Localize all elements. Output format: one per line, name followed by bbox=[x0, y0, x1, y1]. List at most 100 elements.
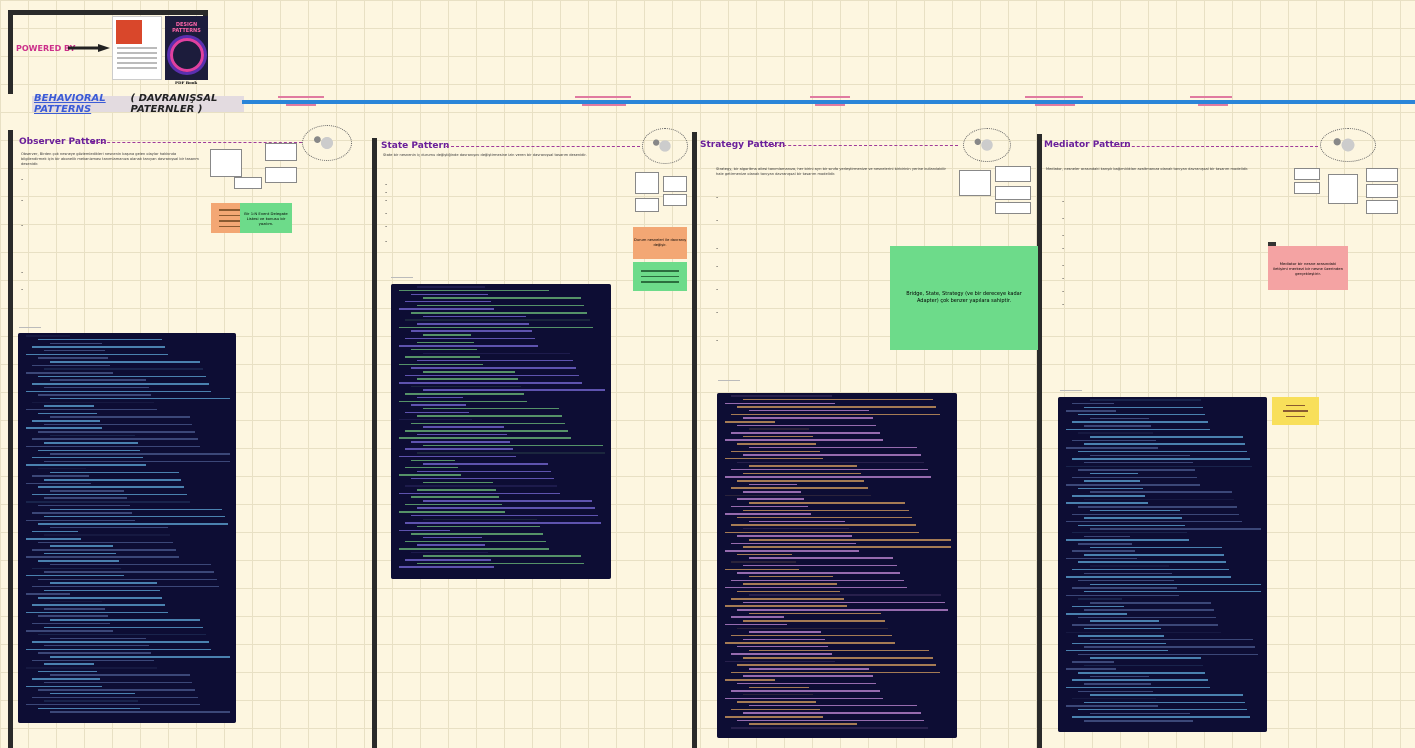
state-code-block[interactable] bbox=[391, 284, 611, 579]
code-line bbox=[417, 489, 497, 491]
code-line bbox=[1084, 498, 1235, 501]
code-line bbox=[1078, 543, 1133, 545]
code-line bbox=[725, 697, 884, 700]
code-line bbox=[1090, 436, 1243, 438]
code-line bbox=[405, 448, 513, 450]
code-line bbox=[1072, 697, 1156, 700]
article-thumbnail[interactable] bbox=[112, 16, 162, 80]
code-line bbox=[423, 334, 472, 336]
code-line bbox=[50, 692, 136, 695]
code-line bbox=[50, 545, 114, 547]
code-line bbox=[1078, 432, 1154, 434]
code-line bbox=[405, 411, 469, 414]
code-line bbox=[399, 455, 516, 458]
mediator-note-pink: Mediator bir nesne arasındaki iletişimi … bbox=[1268, 246, 1348, 290]
code-line bbox=[38, 597, 163, 599]
code-line bbox=[749, 686, 809, 688]
code-line bbox=[38, 449, 141, 451]
code-line bbox=[743, 398, 933, 401]
code-line bbox=[1078, 653, 1258, 656]
code-line bbox=[1072, 495, 1146, 497]
code-line bbox=[32, 641, 209, 643]
strategy-description: Strategy, bir algoritma ailesi tanımlama… bbox=[716, 167, 946, 180]
code-line bbox=[731, 727, 928, 729]
code-line bbox=[417, 415, 563, 417]
code-line bbox=[38, 486, 185, 488]
code-line bbox=[725, 402, 836, 405]
code-line bbox=[737, 590, 841, 593]
code-line bbox=[423, 297, 582, 299]
code-line bbox=[44, 405, 95, 407]
code-line bbox=[26, 574, 125, 577]
header-accent bbox=[810, 96, 850, 98]
code-line bbox=[1090, 657, 1201, 659]
code-line bbox=[44, 608, 106, 610]
code-line bbox=[1084, 425, 1151, 427]
code-line bbox=[737, 498, 805, 500]
code-line bbox=[1084, 683, 1151, 685]
code-line bbox=[1072, 439, 1156, 442]
code-line bbox=[1090, 546, 1222, 549]
code-line bbox=[32, 696, 198, 699]
code-line bbox=[32, 622, 111, 625]
code-line bbox=[417, 525, 541, 528]
code-line bbox=[737, 516, 913, 519]
code-line bbox=[1090, 712, 1191, 715]
strategy-divider bbox=[718, 380, 740, 381]
observer-code-block[interactable] bbox=[18, 333, 236, 723]
code-line bbox=[26, 335, 70, 337]
code-line bbox=[725, 476, 932, 478]
code-line bbox=[1090, 694, 1243, 696]
header-accent bbox=[1025, 96, 1083, 98]
code-line bbox=[1066, 520, 1242, 523]
code-line bbox=[725, 439, 884, 441]
code-line bbox=[1066, 428, 1211, 431]
mediator-note-yellow bbox=[1272, 397, 1319, 425]
code-line bbox=[411, 551, 488, 554]
code-line bbox=[399, 548, 549, 550]
code-line bbox=[1072, 476, 1198, 479]
header-accent bbox=[286, 104, 316, 106]
code-line bbox=[1090, 491, 1233, 493]
code-line bbox=[26, 667, 157, 669]
code-line bbox=[423, 389, 605, 391]
code-line bbox=[38, 670, 97, 673]
code-line bbox=[1084, 590, 1261, 593]
code-line bbox=[44, 626, 204, 628]
code-line bbox=[50, 379, 146, 381]
code-line bbox=[1090, 638, 1254, 641]
code-line bbox=[743, 454, 921, 456]
code-line bbox=[737, 701, 817, 703]
code-line bbox=[725, 605, 848, 607]
code-line bbox=[1084, 646, 1256, 648]
code-line bbox=[737, 406, 937, 408]
observer-note-green: Bir 1:N Event Delegate Listesi ve konusu… bbox=[240, 203, 292, 233]
code-line bbox=[743, 712, 921, 714]
design-patterns-book-cover[interactable]: DESIGN PATTERNS bbox=[165, 16, 208, 80]
code-line bbox=[399, 289, 549, 292]
header-accent bbox=[1035, 104, 1075, 106]
code-line bbox=[731, 432, 880, 434]
code-line bbox=[411, 293, 488, 296]
code-line bbox=[1066, 465, 1252, 468]
code-line bbox=[1078, 635, 1164, 637]
code-line bbox=[749, 704, 917, 707]
code-line bbox=[737, 572, 901, 574]
code-line bbox=[411, 477, 554, 480]
section-divider bbox=[768, 145, 958, 146]
book-ring-graphic bbox=[169, 38, 204, 72]
code-line bbox=[749, 649, 929, 652]
code-line bbox=[38, 615, 108, 617]
code-line bbox=[26, 482, 92, 485]
section-title-mediator: Mediator Pattern bbox=[1044, 140, 1131, 150]
code-line bbox=[1078, 598, 1122, 600]
code-line bbox=[50, 619, 201, 621]
code-line bbox=[731, 653, 832, 655]
code-line bbox=[1090, 620, 1159, 622]
mediator-code-block[interactable] bbox=[1058, 397, 1267, 732]
code-line bbox=[1078, 672, 1206, 674]
code-line bbox=[749, 539, 951, 541]
observer-intro: Observer, Birden çok nesneye gözlemledik… bbox=[21, 152, 199, 166]
code-line bbox=[411, 404, 466, 406]
strategy-code-block[interactable] bbox=[717, 393, 957, 738]
